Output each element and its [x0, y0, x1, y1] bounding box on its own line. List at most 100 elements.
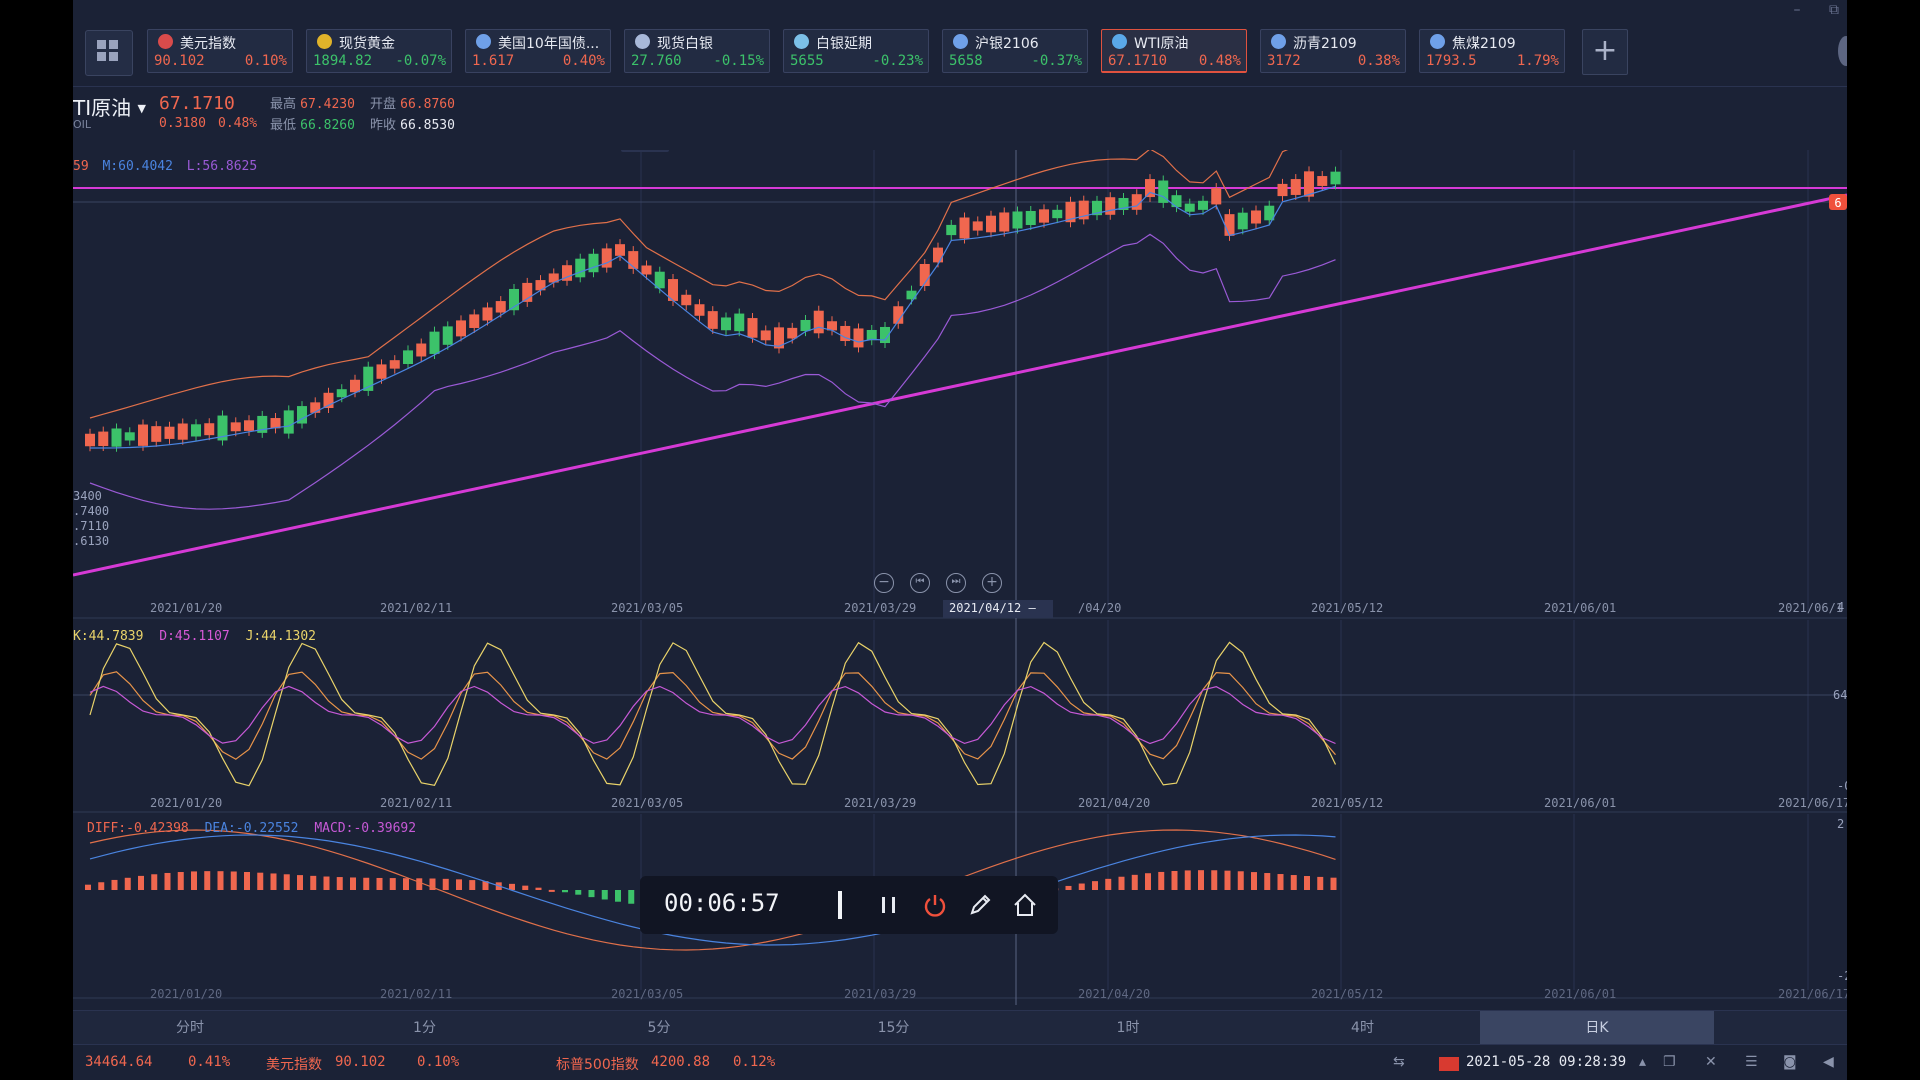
ticker-change: -0.07% [395, 53, 446, 69]
zoom-out-button[interactable]: − [874, 573, 894, 593]
ticker-tile[interactable]: 沪银2106 5658 -0.37% [942, 29, 1088, 73]
tray-up-icon[interactable]: ▴ [1639, 1054, 1646, 1070]
grid-icon-cell [109, 40, 118, 49]
candle [429, 331, 440, 354]
macd-bar [1224, 870, 1231, 890]
boll-lower [89, 233, 1336, 510]
restore-icon[interactable]: ⧉ [1829, 2, 1839, 18]
kdj-k-line [89, 641, 1337, 787]
candle [866, 329, 877, 341]
home-icon[interactable] [1010, 890, 1040, 920]
window-controls: – ⧉ [1770, 2, 1839, 18]
grid-icon-cell [97, 52, 106, 61]
cn-flag-icon [1439, 1057, 1459, 1071]
translate-icon[interactable]: ⇆ [1393, 1054, 1405, 1070]
candle [1224, 214, 1235, 236]
avatar[interactable] [1838, 36, 1847, 66]
macd-bar [535, 887, 542, 890]
ticker-price: 5655 [790, 53, 824, 69]
date-tick: 2021/06/01 [1544, 601, 1616, 615]
price-axis-label: .6130 [73, 534, 109, 548]
period-tab[interactable]: 1时 [1011, 1011, 1245, 1045]
candle [1012, 211, 1023, 229]
macd-dea-value: DEA:-0.22552 [204, 821, 299, 836]
pen-icon[interactable] [965, 890, 995, 920]
macd-bar [1251, 872, 1257, 890]
macd-bar [628, 890, 635, 904]
minimize-icon[interactable]: – [1794, 2, 1801, 18]
ticker-tile[interactable]: 沥青2109 3172 0.38% [1260, 29, 1406, 73]
symbol-selector[interactable]: TI原油 ▼ [73, 92, 146, 121]
macd-bar [1290, 875, 1297, 890]
grid-menu-button[interactable] [85, 30, 133, 76]
window-icon[interactable]: ❐ [1663, 1054, 1676, 1070]
ticker-tile[interactable]: 焦煤2109 1793.5 1.79% [1419, 29, 1565, 73]
scroll-start-button[interactable]: ⏮ [910, 573, 930, 593]
grid-icon [97, 40, 106, 49]
index-value: 34464.64 [85, 1054, 153, 1070]
index-change: 0.41% [188, 1054, 231, 1070]
candle [813, 310, 824, 334]
ticker-tile[interactable]: 白银延期 5655 -0.23% [783, 29, 929, 73]
macd-axis-label: 2 [1837, 817, 1844, 831]
period-tab[interactable]: 日K [1480, 1011, 1714, 1045]
candle [244, 420, 254, 431]
ticker-name: 现货黄金 [339, 36, 395, 52]
period-tab[interactable]: 1分 [308, 1011, 542, 1045]
macd-bar [1237, 871, 1244, 890]
boll-mid-value: M:60.4042 [102, 159, 173, 174]
volume-icon[interactable]: ◀ [1823, 1054, 1834, 1070]
ticker-bar: – ⧉ 美元指数 90.102 0.10% 现货黄金 1894.82 -0.07% 美国10… [73, 0, 1847, 87]
chevron-down-icon: ▼ [137, 102, 146, 115]
ticker-name: 现货白银 [657, 36, 713, 52]
recording-timer: 00:06:57 [664, 889, 780, 917]
candle [164, 426, 175, 439]
camera-icon[interactable]: ◙ [1783, 1054, 1797, 1070]
candle [999, 212, 1010, 232]
sp500-change: 0.12% [733, 1054, 776, 1070]
candle [191, 424, 201, 437]
macd-bar [151, 874, 158, 890]
support-trendline [73, 193, 1847, 577]
zoom-in-button[interactable]: + [982, 573, 1002, 593]
ticker-tile[interactable]: 现货黄金 1894.82 -0.07% [306, 29, 452, 73]
boll-upper-value: 59 [73, 159, 89, 174]
menu-icon[interactable]: ☰ [1745, 1054, 1758, 1070]
macd-bar [336, 877, 343, 890]
date-tick: 2021/06/01 [1544, 796, 1616, 810]
period-tab[interactable]: 更多▴ [1775, 1011, 1848, 1045]
sp500-value: 4200.88 [651, 1054, 711, 1070]
ticker-name: 沪银2106 [975, 36, 1039, 52]
trading-app-window: – ⧉ 美元指数 90.102 0.10% 现货黄金 1894.82 -0.07% 美国10… [73, 0, 1847, 1080]
add-ticker-button[interactable]: + [1582, 29, 1628, 75]
pause-icon[interactable] [874, 890, 904, 920]
tools-icon[interactable]: ✕ [1705, 1054, 1717, 1070]
period-tab[interactable]: 5分 [542, 1011, 776, 1045]
macd-bar [310, 875, 317, 890]
ticker-tile[interactable]: 现货白银 27.760 -0.15% [624, 29, 770, 73]
symbol-code: OIL [73, 118, 92, 131]
open-label: 开盘 [370, 97, 397, 112]
period-tab[interactable]: 分时 [73, 1011, 307, 1045]
period-tab[interactable]: 15分 [777, 1011, 1011, 1045]
stop-recording-icon[interactable] [920, 890, 950, 920]
grid-icon-cell [109, 52, 118, 61]
candle [959, 217, 970, 239]
candle [336, 389, 347, 398]
date-tick: 2021/03/05 [611, 601, 683, 615]
ticker-tile[interactable]: 美国10年国债... 1.617 0.40% [465, 29, 611, 73]
macd-axis-label: -2 [1837, 969, 1847, 983]
candle [1237, 212, 1248, 230]
usd-index-value: 90.102 [335, 1054, 386, 1070]
date-tick: 2021/05/12 [1311, 796, 1383, 810]
candle [1105, 197, 1116, 215]
period-tab[interactable]: 4时 [1246, 1011, 1480, 1045]
macd-bar [601, 890, 608, 900]
scroll-end-button[interactable]: ⏭ [946, 573, 966, 593]
macd-bar [1330, 877, 1337, 890]
kdj-j-value: J:44.1302 [245, 629, 317, 644]
ticker-name: 白银延期 [816, 36, 872, 52]
ticker-tile[interactable]: WTI原油 67.1710 0.48% [1101, 29, 1247, 73]
macd-bar [562, 890, 568, 893]
ticker-tile[interactable]: 美元指数 90.102 0.10% [147, 29, 293, 73]
